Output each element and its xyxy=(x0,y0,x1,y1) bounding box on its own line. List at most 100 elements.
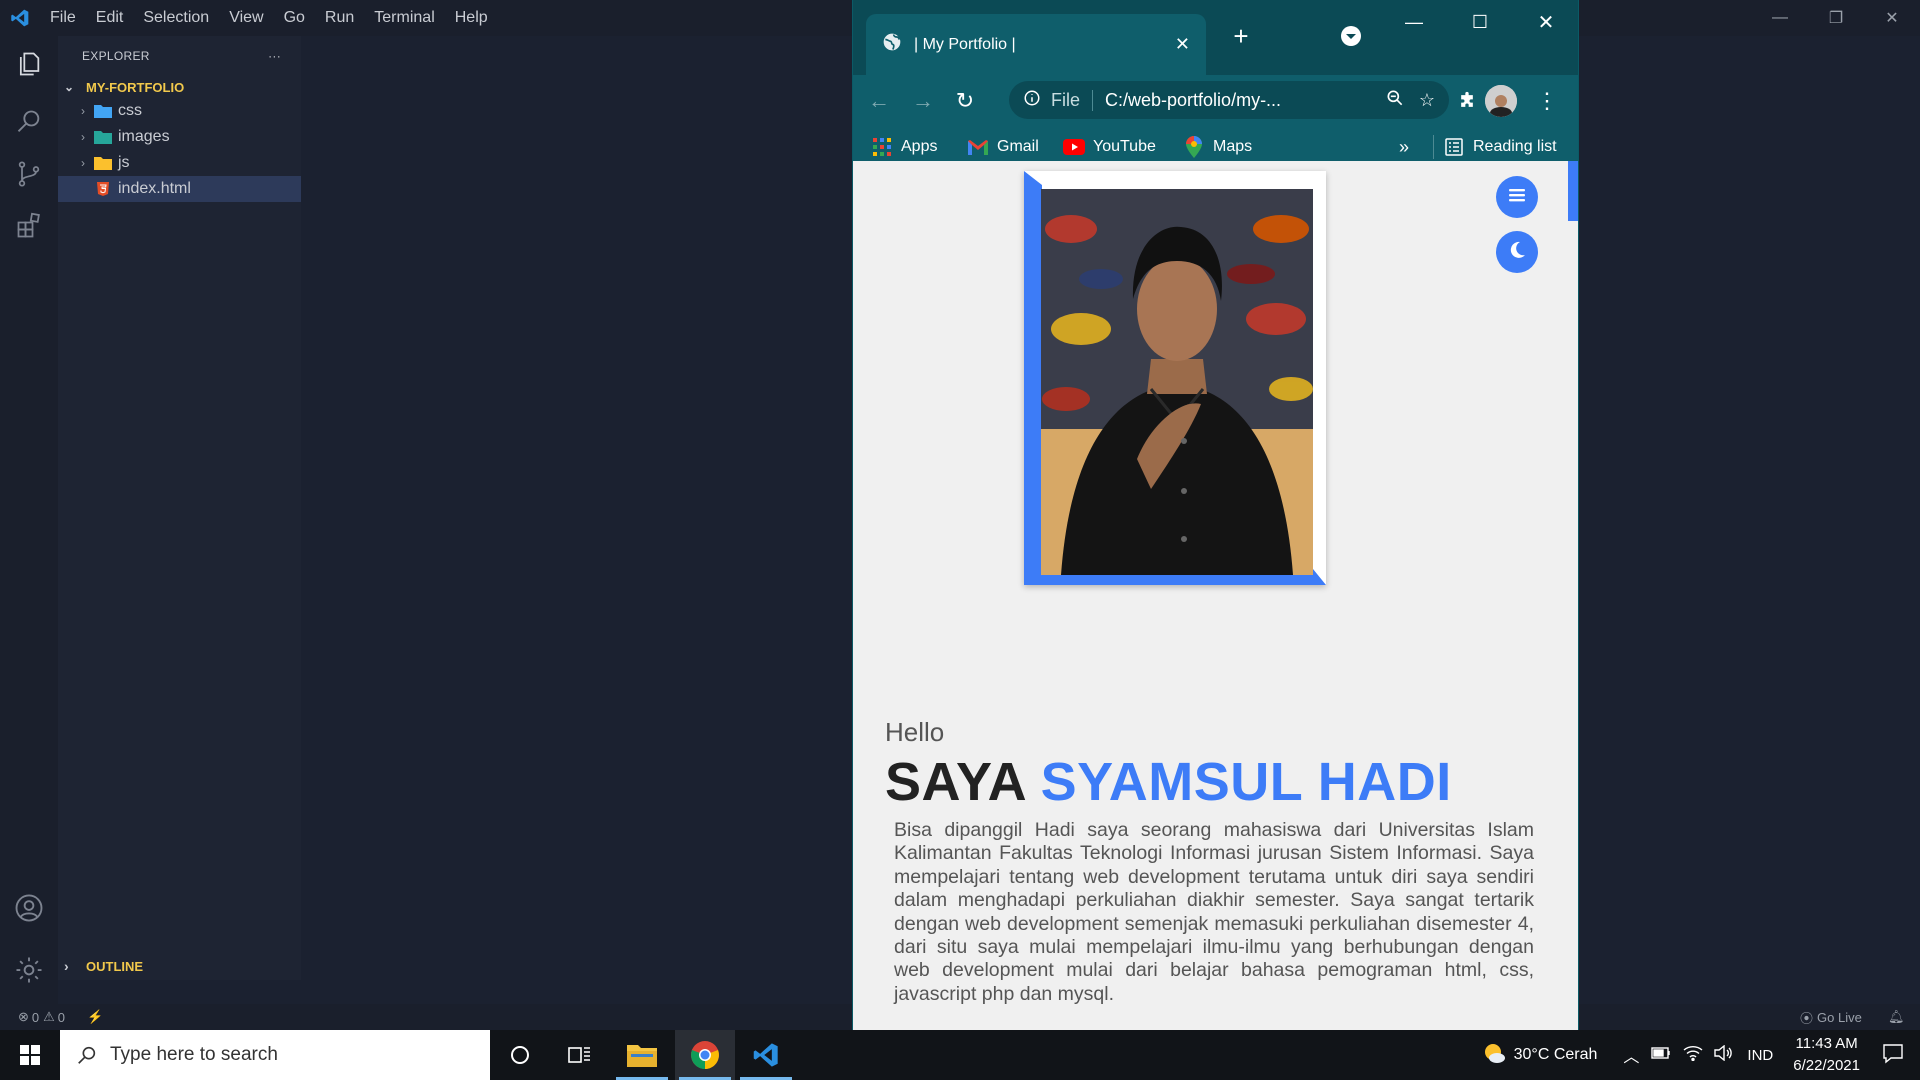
menu-terminal[interactable]: Terminal xyxy=(364,9,444,27)
clock-time: 11:43 AM xyxy=(1795,1035,1858,1052)
reading-list-icon xyxy=(1443,136,1465,158)
menu-file[interactable]: File xyxy=(40,9,86,27)
language-indicator[interactable]: IND xyxy=(1747,1047,1773,1064)
chevron-right-icon: › xyxy=(81,104,85,118)
menu-run[interactable]: Run xyxy=(315,9,364,27)
vscode-window-controls: — ❐ ✕ xyxy=(1752,0,1920,36)
outline-label: OUTLINE xyxy=(86,958,144,974)
clock-date: 6/22/2021 xyxy=(1793,1057,1860,1074)
windows-start-icon[interactable] xyxy=(0,1030,60,1080)
cortana-icon[interactable] xyxy=(490,1030,550,1080)
errors-status[interactable]: ⊗ 0 ⚠ 0 xyxy=(18,1009,65,1025)
page-viewport[interactable]: Hello SAYA SYAMSUL HADI Bisa dipanggil H… xyxy=(853,161,1578,1030)
chrome-close-icon[interactable]: ✕ xyxy=(1513,0,1578,44)
hero-name: SAYA SYAMSUL HADI xyxy=(885,751,1452,813)
source-control-icon[interactable] xyxy=(13,158,45,190)
gmail-icon xyxy=(967,136,989,158)
account-icon[interactable] xyxy=(13,892,45,924)
chrome-taskbar-icon[interactable] xyxy=(675,1030,735,1080)
html-file-icon xyxy=(92,181,114,197)
weather-widget[interactable]: 30°C Cerah xyxy=(1482,1041,1597,1070)
live-share-icon[interactable]: ⚡ xyxy=(87,1009,103,1025)
explorer-title: EXPLORER xyxy=(82,49,150,63)
globe-icon xyxy=(882,32,902,57)
browser-tab[interactable]: | My Portfolio | ✕ xyxy=(866,14,1206,75)
clock[interactable]: 11:43 AM 6/22/2021 xyxy=(1793,1033,1860,1077)
tray-overflow-chevron-icon[interactable]: ︿ xyxy=(1623,1043,1639,1067)
bookmark-label: Gmail xyxy=(997,138,1039,155)
settings-gear-icon[interactable] xyxy=(13,954,45,986)
notifications-bell-icon[interactable]: 🔔︎ xyxy=(1888,1009,1905,1025)
menu-edit[interactable]: Edit xyxy=(86,9,134,27)
scrollbar-thumb[interactable] xyxy=(1568,161,1578,221)
chrome-toolbar: ← → ↻ File C:/web-portfolio/my-... ☆ ⋮ xyxy=(853,75,1578,126)
activity-bar xyxy=(0,36,58,1004)
explorer-more-icon[interactable]: ··· xyxy=(268,49,281,63)
tab-close-icon[interactable]: ✕ xyxy=(1175,34,1190,55)
bookmark-label: Apps xyxy=(901,138,938,155)
broadcast-icon: ⦿ xyxy=(1800,1010,1814,1026)
tree-item-label: css xyxy=(118,102,142,119)
tree-item-images[interactable]: › images xyxy=(58,124,301,150)
chevron-down-icon: ⌄ xyxy=(64,80,75,94)
vscode-logo-icon xyxy=(0,0,40,36)
tree-item-js[interactable]: › js xyxy=(58,150,301,176)
restore-icon[interactable]: ❐ xyxy=(1808,0,1864,36)
chrome-maximize-icon[interactable]: ☐ xyxy=(1447,0,1513,44)
volume-icon[interactable] xyxy=(1713,1044,1733,1066)
js-folder-icon xyxy=(92,155,114,171)
bookmarks-divider xyxy=(1433,135,1434,159)
outline-section[interactable]: › OUTLINE xyxy=(58,954,301,978)
address-bar[interactable]: File C:/web-portfolio/my-... ☆ xyxy=(1009,81,1449,119)
tree-item-label: index.html xyxy=(118,180,191,197)
dark-mode-toggle[interactable] xyxy=(1496,231,1538,273)
tree-item-css[interactable]: › css xyxy=(58,98,301,124)
menu-help[interactable]: Help xyxy=(445,9,498,27)
menu-view[interactable]: View xyxy=(219,9,273,27)
images-folder-icon xyxy=(92,129,114,145)
zoom-icon[interactable] xyxy=(1385,88,1405,113)
file-explorer-taskbar-icon[interactable] xyxy=(612,1030,672,1080)
chrome-menu-icon[interactable]: ⋮ xyxy=(1531,85,1563,117)
search-placeholder: Type here to search xyxy=(110,1044,278,1065)
bookmark-star-icon[interactable]: ☆ xyxy=(1419,90,1435,111)
back-arrow-icon[interactable]: ← xyxy=(863,85,895,117)
minimize-icon[interactable]: — xyxy=(1752,0,1808,36)
action-center-icon[interactable] xyxy=(1882,1042,1904,1069)
explorer-sidebar: EXPLORER ··· ⌄ MY-FORTFOLIO › css › imag… xyxy=(58,36,301,980)
name-highlight: SYAMSUL HADI xyxy=(1040,752,1452,812)
profile-avatar[interactable] xyxy=(1485,85,1517,117)
tab-search-icon[interactable] xyxy=(1339,24,1363,48)
new-tab-button[interactable]: + xyxy=(1225,20,1257,52)
moon-icon xyxy=(1507,240,1527,265)
bio-paragraph: Bisa dipanggil Hadi saya seorang mahasis… xyxy=(894,819,1534,1005)
tab-title: | My Portfolio | xyxy=(914,35,1016,53)
menu-go[interactable]: Go xyxy=(274,9,315,27)
explorer-icon[interactable] xyxy=(13,48,45,80)
taskbar-search-box[interactable]: Type here to search xyxy=(60,1030,490,1080)
forward-arrow-icon[interactable]: → xyxy=(907,85,939,117)
close-icon[interactable]: ✕ xyxy=(1864,0,1920,36)
chevron-right-icon: › xyxy=(64,958,69,974)
battery-icon[interactable] xyxy=(1651,1046,1671,1064)
vscode-taskbar-icon[interactable] xyxy=(736,1030,796,1080)
extensions-puzzle-icon[interactable] xyxy=(1451,85,1483,117)
menu-selection[interactable]: Selection xyxy=(133,9,219,27)
search-icon[interactable] xyxy=(13,106,45,138)
wifi-icon[interactable] xyxy=(1683,1045,1703,1066)
url-text: C:/web-portfolio/my-... xyxy=(1105,89,1282,110)
profile-photo xyxy=(1041,189,1313,575)
vscode-menubar: File Edit Selection View Go Run Terminal… xyxy=(40,9,498,27)
extensions-icon[interactable] xyxy=(13,210,45,242)
explorer-header: EXPLORER ··· xyxy=(58,36,301,76)
chrome-minimize-icon[interactable]: — xyxy=(1381,0,1447,44)
tree-item-index-html[interactable]: index.html xyxy=(58,176,301,202)
workspace-folder[interactable]: ⌄ MY-FORTFOLIO xyxy=(58,76,301,98)
reload-icon[interactable]: ↻ xyxy=(949,85,981,117)
task-view-icon[interactable] xyxy=(550,1030,610,1080)
tree-item-label: js xyxy=(118,154,130,171)
menu-button[interactable] xyxy=(1496,176,1538,218)
go-live-button[interactable]: ⦿ Go Live xyxy=(1800,1008,1862,1027)
reading-list-label: Reading list xyxy=(1473,138,1557,155)
info-icon[interactable] xyxy=(1023,89,1041,112)
